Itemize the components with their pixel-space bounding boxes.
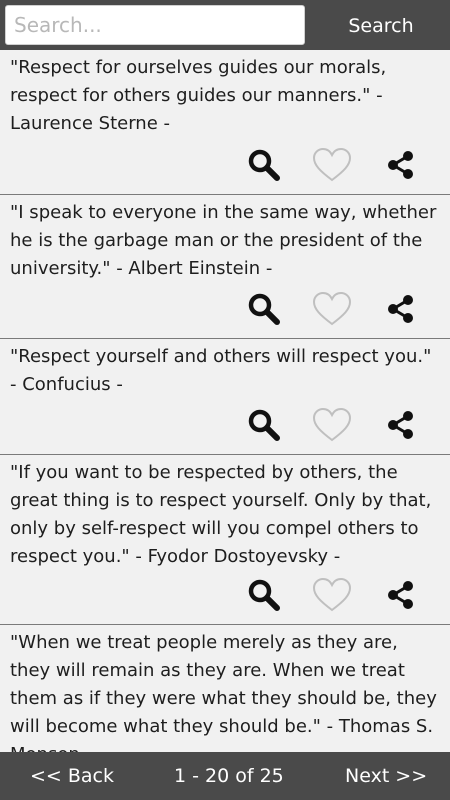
magnifier-icon bbox=[248, 293, 280, 325]
search-quote-button[interactable] bbox=[244, 576, 284, 614]
heart-outline-icon bbox=[312, 407, 352, 442]
back-button[interactable]: << Back bbox=[30, 752, 114, 800]
heart-outline-icon bbox=[312, 147, 352, 182]
quote-text: "Respect for ourselves guides our morals… bbox=[10, 57, 387, 134]
quote-item: "If you want to be respected by others, … bbox=[0, 455, 450, 625]
search-input[interactable] bbox=[5, 5, 305, 45]
share-icon bbox=[388, 295, 413, 323]
quote-item: "Respect for ourselves guides our morals… bbox=[0, 50, 450, 195]
page-range: 1 - 20 of 25 bbox=[174, 765, 284, 787]
magnifier-icon bbox=[248, 409, 280, 441]
quote-item: "Respect yourself and others will respec… bbox=[0, 339, 450, 455]
search-button[interactable]: Search bbox=[312, 5, 450, 45]
quote-actions bbox=[244, 406, 420, 444]
quote-text: "I speak to everyone in the same way, wh… bbox=[10, 202, 437, 279]
magnifier-icon bbox=[248, 579, 280, 611]
favorite-button[interactable] bbox=[312, 576, 352, 614]
heart-outline-icon bbox=[312, 291, 352, 326]
pagination-bar: << Back 1 - 20 of 25 Next >> bbox=[0, 752, 450, 800]
share-button[interactable] bbox=[380, 290, 420, 328]
quote-item: "I speak to everyone in the same way, wh… bbox=[0, 195, 450, 339]
share-icon bbox=[388, 151, 413, 179]
quote-actions bbox=[244, 290, 420, 328]
quote-text: "When we treat people merely as they are… bbox=[10, 632, 437, 752]
top-bar: Search bbox=[0, 0, 450, 50]
quote-text: "If you want to be respected by others, … bbox=[10, 462, 432, 567]
heart-outline-icon bbox=[312, 577, 352, 612]
share-icon bbox=[388, 581, 413, 609]
share-button[interactable] bbox=[380, 146, 420, 184]
share-icon bbox=[388, 411, 413, 439]
share-button[interactable] bbox=[380, 406, 420, 444]
quote-actions bbox=[244, 576, 420, 614]
share-button[interactable] bbox=[380, 576, 420, 614]
favorite-button[interactable] bbox=[312, 406, 352, 444]
quote-list: "Respect for ourselves guides our morals… bbox=[0, 50, 450, 752]
favorite-button[interactable] bbox=[312, 290, 352, 328]
search-quote-button[interactable] bbox=[244, 146, 284, 184]
magnifier-icon bbox=[248, 149, 280, 181]
next-button[interactable]: Next >> bbox=[345, 752, 427, 800]
quote-item: "When we treat people merely as they are… bbox=[0, 625, 450, 752]
favorite-button[interactable] bbox=[312, 146, 352, 184]
quote-actions bbox=[244, 146, 420, 184]
search-quote-button[interactable] bbox=[244, 406, 284, 444]
quote-text: "Respect yourself and others will respec… bbox=[10, 346, 432, 395]
search-quote-button[interactable] bbox=[244, 290, 284, 328]
